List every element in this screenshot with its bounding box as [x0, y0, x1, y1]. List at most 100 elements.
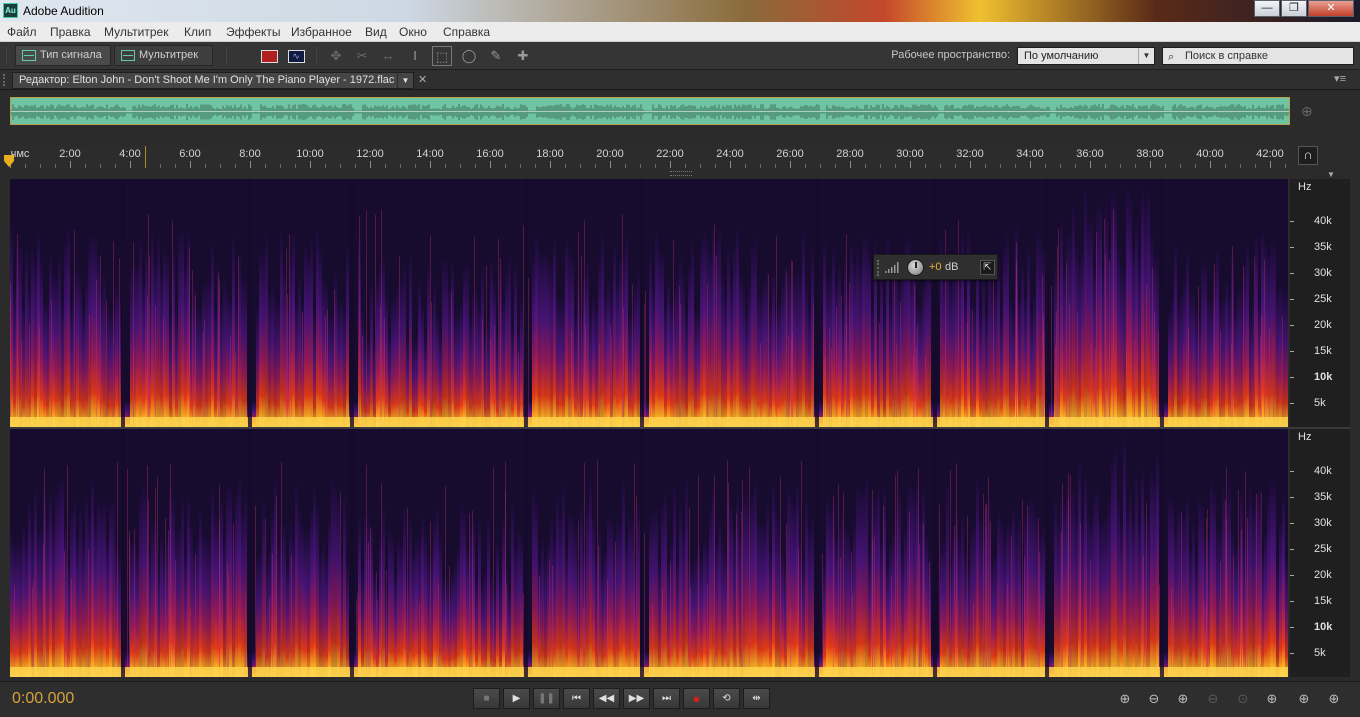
chevron-down-icon[interactable]: ▼	[1327, 170, 1335, 179]
hz-tick	[1290, 403, 1294, 404]
playhead-marker-icon[interactable]	[4, 155, 14, 167]
ruler-major-tick	[550, 161, 551, 168]
lasso-icon: ◯	[461, 48, 477, 63]
menu-edit[interactable]: Правка	[50, 25, 91, 39]
menu-effects[interactable]: Эффекты	[226, 25, 281, 39]
spectrogram-low-band	[10, 417, 1288, 427]
ruler-minor-tick	[100, 164, 101, 168]
rewind-button[interactable]: ◀◀	[593, 688, 620, 709]
ruler-minor-tick	[685, 164, 686, 168]
scroll-resize-handle[interactable]	[670, 171, 692, 176]
hz-tick	[1290, 273, 1294, 274]
volume-hud[interactable]: +0 dB ⇱	[873, 254, 998, 280]
zoom-in-amplitude-button[interactable]: ⊕	[1114, 690, 1136, 708]
skip-to-end-button[interactable]: ⏭	[653, 688, 680, 709]
spectral-channel-left[interactable]	[10, 179, 1288, 427]
zoom-selection-button[interactable]: ⊕	[1323, 690, 1345, 708]
zoom-out-time-button[interactable]: ⊖	[1202, 690, 1224, 708]
marquee-tool-button[interactable]: ⬚	[432, 46, 452, 66]
time-selection-tool-button[interactable]: I	[405, 46, 425, 66]
help-search-input[interactable]: ⌕ Поиск в справке	[1162, 47, 1354, 65]
time-ruler[interactable]: чмс 2:00 4:00 6:00 8:00 10:00 12:00 14:00 16:00…	[10, 146, 1288, 168]
brush-tool-button[interactable]: ✎	[486, 46, 506, 66]
ruler-minor-tick	[1120, 164, 1121, 168]
ruler-minor-tick	[400, 164, 401, 168]
close-icon: ✕	[1326, 2, 1336, 14]
track-gap	[815, 429, 819, 677]
zoom-navigator-icon[interactable]: ⊕	[1301, 103, 1313, 120]
zoom-out-amplitude-button[interactable]: ⊖	[1143, 690, 1165, 708]
record-button[interactable]: ●	[683, 688, 710, 709]
ruler-major-tick	[1210, 161, 1211, 168]
ruler-minor-tick	[940, 164, 941, 168]
spectral-display-button[interactable]	[259, 46, 279, 66]
ruler-major-tick	[970, 161, 971, 168]
loop-icon: ⟲	[722, 693, 731, 704]
track-gap	[1160, 179, 1164, 427]
zoom-in-end-icon: ⊕	[1298, 691, 1310, 706]
waveform-display-button[interactable]: ∿	[286, 46, 306, 66]
volume-value[interactable]: +0	[929, 261, 942, 273]
minimize-button[interactable]: —	[1254, 0, 1280, 17]
skip-selection-button[interactable]: ⇹	[743, 688, 770, 709]
zoom-in-end-button[interactable]: ⊕	[1293, 690, 1315, 708]
volume-knob[interactable]	[907, 259, 924, 276]
hz-tick	[1290, 549, 1294, 550]
spot-healing-tool-button[interactable]: ✚	[513, 46, 533, 66]
overview-waveform[interactable]	[10, 97, 1290, 125]
play-button[interactable]: ▶	[503, 688, 530, 709]
ruler-time-label: 36:00	[1076, 148, 1104, 160]
menu-favorites[interactable]: Избранное	[291, 25, 352, 39]
menu-multitrack[interactable]: Мультитрек	[104, 25, 168, 39]
menu-file[interactable]: Файл	[7, 25, 37, 39]
pause-button[interactable]: ❚❚	[533, 688, 560, 709]
spectrogram-right	[10, 429, 1288, 677]
ruler-minor-tick	[760, 164, 761, 168]
spectral-channel-right[interactable]	[10, 429, 1288, 677]
ruler-minor-tick	[1000, 164, 1001, 168]
toolbar-grip	[6, 47, 7, 65]
waveform-icon	[22, 50, 36, 61]
fast-forward-button[interactable]: ▶▶	[623, 688, 650, 709]
maximize-button[interactable]: ❐	[1281, 0, 1307, 17]
pin-hud-button[interactable]: ⇱	[980, 260, 995, 275]
waveform-view-button[interactable]: Тип сигнала	[15, 45, 111, 66]
lasso-tool-button[interactable]: ◯	[459, 46, 479, 66]
ruler-major-tick	[670, 161, 671, 168]
panel-grip[interactable]	[3, 74, 7, 86]
slip-tool-button[interactable]: ↔	[378, 46, 398, 66]
ruler-major-tick	[910, 161, 911, 168]
skip-start-icon: ⏮	[572, 693, 581, 704]
loop-playback-button[interactable]: ⟲	[713, 688, 740, 709]
hud-grip[interactable]	[877, 260, 880, 276]
editor-tab[interactable]: Редактор: Elton John - Don't Shoot Me I'…	[12, 72, 414, 89]
razor-tool-button[interactable]: ✂	[352, 46, 372, 66]
ruler-major-tick	[1090, 161, 1091, 168]
track-gap	[350, 429, 354, 677]
close-tab-icon[interactable]: ✕	[418, 73, 427, 86]
ruler-minor-tick	[415, 164, 416, 168]
multitrack-view-button[interactable]: Мультитрек	[114, 45, 213, 66]
move-tool-button[interactable]: ✥	[326, 46, 346, 66]
workspace-select[interactable]: По умолчанию ▼	[1017, 47, 1155, 65]
menu-window[interactable]: Окно	[399, 25, 427, 39]
chevron-down-icon[interactable]: ▼	[397, 73, 413, 88]
ruler-minor-tick	[1105, 164, 1106, 168]
zoom-out-full-button[interactable]: ⊙	[1232, 690, 1254, 708]
skip-to-start-button[interactable]: ⏮	[563, 688, 590, 709]
track-gap	[640, 429, 644, 677]
track-gap	[350, 179, 354, 427]
pause-icon: ❚❚	[538, 693, 555, 704]
menu-view[interactable]: Вид	[365, 25, 387, 39]
menu-clip[interactable]: Клип	[184, 25, 211, 39]
menu-help[interactable]: Справка	[443, 25, 490, 39]
ruler-major-tick	[310, 161, 311, 168]
hz-tick	[1290, 221, 1294, 222]
zoom-in-start-button[interactable]: ⊕	[1261, 690, 1283, 708]
close-window-button[interactable]: ✕	[1308, 0, 1354, 17]
magnet-icon: ∩	[1303, 147, 1313, 162]
panel-menu-icon[interactable]: ▾≡	[1334, 72, 1346, 85]
stop-button[interactable]: ■	[473, 688, 500, 709]
snap-button[interactable]: ∩	[1298, 146, 1318, 165]
zoom-in-time-button[interactable]: ⊕	[1172, 690, 1194, 708]
